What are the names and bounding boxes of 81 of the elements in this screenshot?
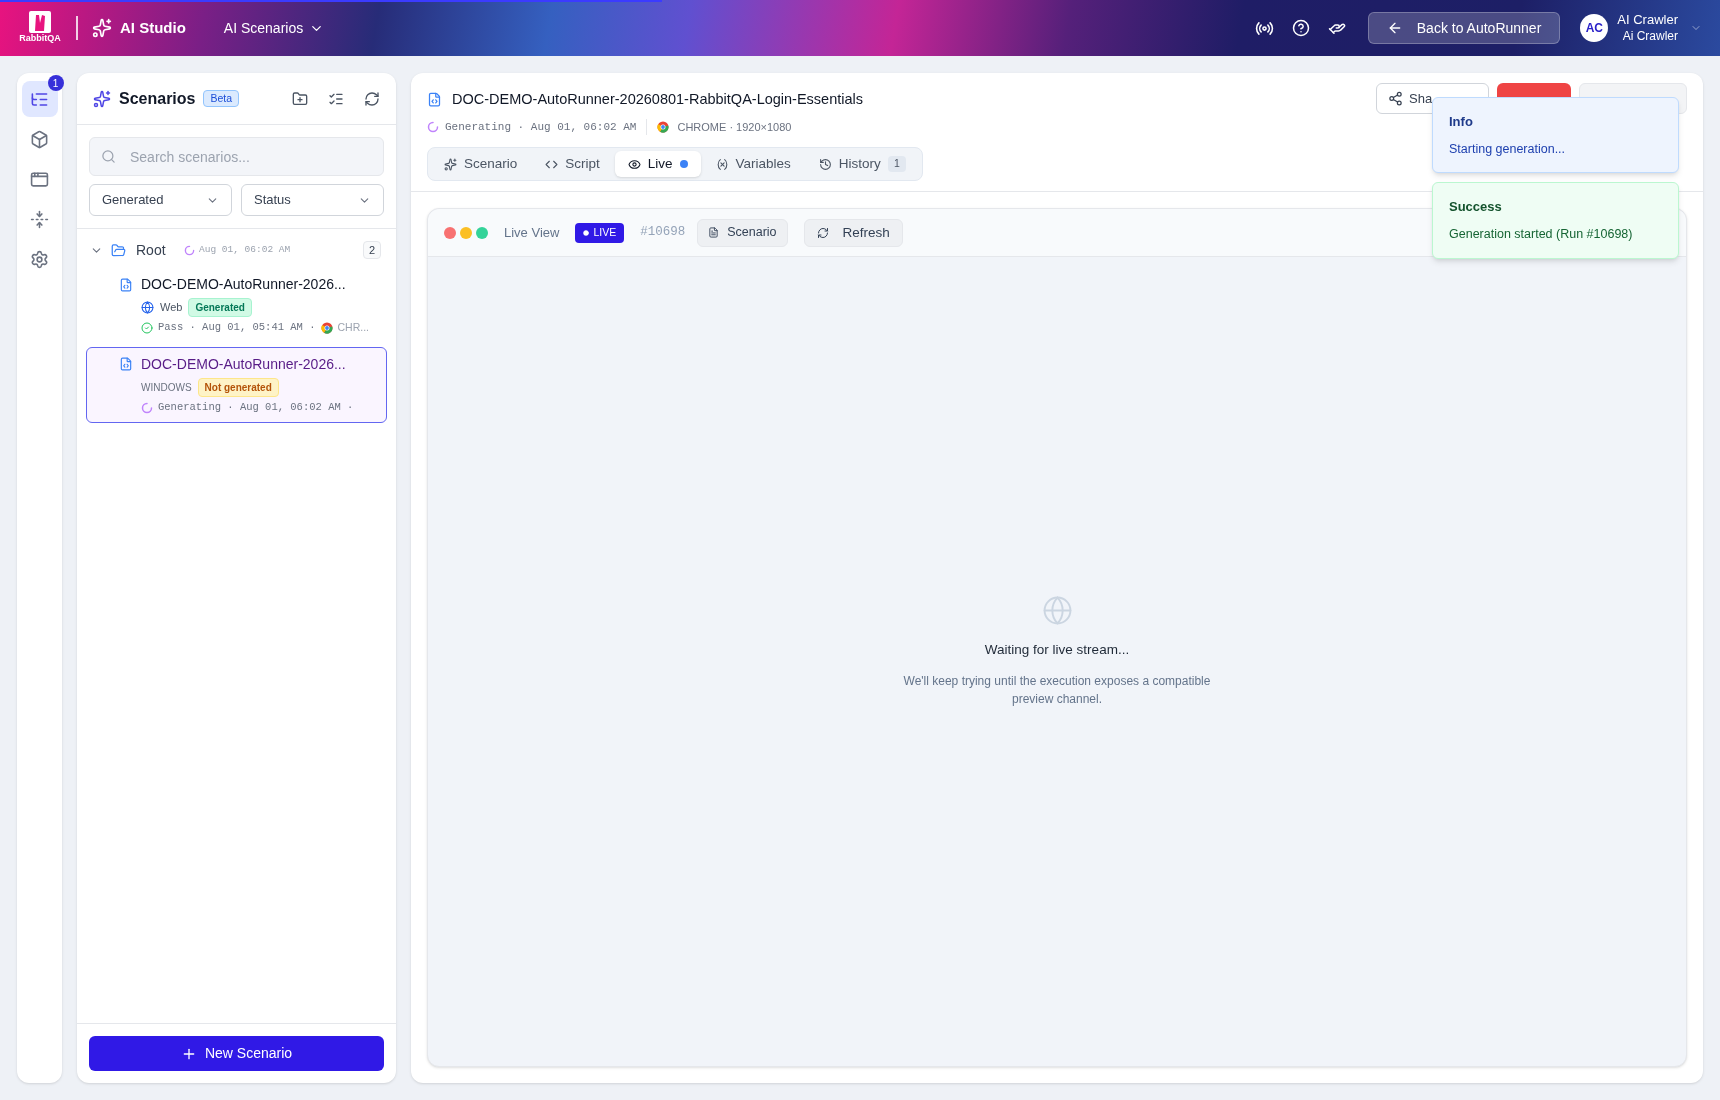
globe-icon bbox=[141, 301, 154, 314]
back-button[interactable]: Back to AutoRunner bbox=[1367, 12, 1561, 44]
history-icon bbox=[818, 157, 832, 171]
file-code-icon bbox=[119, 277, 133, 292]
logo-text: RabbitQA bbox=[19, 33, 61, 45]
beta-badge: Beta bbox=[203, 89, 240, 108]
tab[interactable]: Script bbox=[532, 151, 613, 178]
platform-label: Web bbox=[160, 300, 183, 316]
empty-state-title: Waiting for live stream... bbox=[984, 641, 1130, 659]
panel-title: Scenarios bbox=[119, 88, 196, 109]
browser-info: CHROME · 1920×1080 bbox=[677, 119, 792, 135]
browser-label: CHR... bbox=[337, 320, 370, 335]
run-meta: Generating · Aug 01, 06:02 AM · bbox=[158, 399, 354, 415]
browser-icon bbox=[30, 169, 49, 189]
new-scenario-button[interactable]: New Scenario bbox=[89, 1036, 384, 1071]
user-subtitle: Ai Crawler bbox=[1622, 28, 1678, 44]
split-icon bbox=[30, 209, 49, 229]
refresh-icon bbox=[816, 226, 829, 239]
scenario-name: DOC-DEMO-AutoRunner-2026... bbox=[141, 354, 346, 374]
cube-icon bbox=[30, 129, 49, 149]
user-avatar[interactable]: AC bbox=[1580, 14, 1609, 42]
refresh-icon[interactable] bbox=[364, 90, 380, 107]
tab[interactable]: History 1 bbox=[805, 151, 919, 178]
toast-title: Success bbox=[1449, 198, 1503, 217]
search-icon bbox=[101, 149, 116, 164]
status-tag: Generated bbox=[188, 298, 252, 317]
run-status: Generating · Aug 01, 06:02 AM bbox=[445, 119, 637, 135]
user-name: AI Crawler bbox=[1617, 12, 1678, 29]
check-circle-icon bbox=[141, 321, 153, 334]
refresh-button[interactable]: Refresh bbox=[803, 218, 903, 247]
folder-row[interactable]: Root Aug 01, 06:02 AM 2 bbox=[86, 237, 387, 263]
toast-title: Info bbox=[1449, 113, 1474, 131]
empty-state-text: We'll keep trying until the execution exposes a compatible preview channel. bbox=[902, 673, 1212, 709]
scenario-icon bbox=[444, 157, 457, 171]
app-title: AI Studio bbox=[120, 17, 186, 38]
scenario-name: DOC-DEMO-AutoRunner-2026... bbox=[141, 275, 346, 294]
help-icon[interactable] bbox=[1291, 19, 1310, 37]
dot-icon bbox=[583, 229, 590, 236]
live-badge: LIVE bbox=[575, 222, 625, 243]
platform-label: WINDOWS bbox=[141, 380, 192, 395]
tab[interactable]: Variables bbox=[702, 151, 804, 178]
variables-icon bbox=[715, 157, 729, 171]
toast-message: Generation started (Run #10698) bbox=[1449, 225, 1634, 243]
share-icon bbox=[1388, 91, 1403, 106]
live-icon bbox=[627, 157, 641, 171]
tab[interactable]: Live bbox=[614, 151, 701, 178]
tab[interactable]: Scenario bbox=[431, 151, 531, 178]
file-code-icon bbox=[119, 357, 133, 372]
live-view-label: Live View bbox=[504, 224, 560, 242]
nav-menu[interactable]: AI Scenarios bbox=[223, 17, 325, 39]
notification-badge: 1 bbox=[47, 75, 64, 91]
file-code-icon bbox=[427, 92, 442, 108]
rail-button[interactable] bbox=[21, 81, 58, 117]
tab-count: 1 bbox=[887, 156, 906, 173]
chrome-icon bbox=[320, 321, 333, 334]
filter-dropdown[interactable]: Generated bbox=[89, 184, 232, 216]
chrome-icon bbox=[657, 121, 670, 133]
scenario-item[interactable]: DOC-DEMO-AutoRunner-2026... Web Generated Pass · Aug 01, 05:41 AM · CHR... bbox=[86, 267, 387, 343]
folder-name: Root bbox=[136, 240, 167, 260]
status-tag: Not generated bbox=[197, 377, 279, 397]
filter-dropdown[interactable]: Status bbox=[241, 184, 384, 216]
scenario-title: DOC-DEMO-AutoRunner-20260801-RabbitQA-Login-Essentials bbox=[452, 90, 864, 109]
document-icon bbox=[708, 227, 720, 239]
folder-time: Aug 01, 06:02 AM bbox=[199, 242, 291, 257]
run-id: #10698 bbox=[640, 224, 686, 242]
sparkles-icon bbox=[93, 89, 111, 108]
item-count: 2 bbox=[362, 240, 381, 260]
toast-message: Starting generation... bbox=[1449, 140, 1567, 158]
folder-plus-icon[interactable] bbox=[292, 90, 308, 107]
run-meta: Pass · Aug 01, 05:41 AM · bbox=[158, 320, 316, 335]
scenario-button[interactable]: Scenario bbox=[697, 218, 788, 247]
rabbit-logo-icon bbox=[29, 11, 51, 34]
folder-icon bbox=[111, 242, 126, 258]
spinner-icon bbox=[427, 121, 439, 133]
spinner-icon bbox=[184, 244, 195, 256]
search-field[interactable]: Search scenarios... bbox=[89, 137, 384, 176]
scenario-item[interactable]: DOC-DEMO-AutoRunner-2026... WINDOWS Not generated Generating · Aug 01, 06:02 AM · bbox=[86, 346, 387, 423]
sparkles-icon bbox=[92, 18, 112, 38]
spinner-icon bbox=[141, 401, 153, 414]
globe-icon bbox=[1041, 595, 1073, 626]
settings-icon bbox=[30, 249, 49, 269]
